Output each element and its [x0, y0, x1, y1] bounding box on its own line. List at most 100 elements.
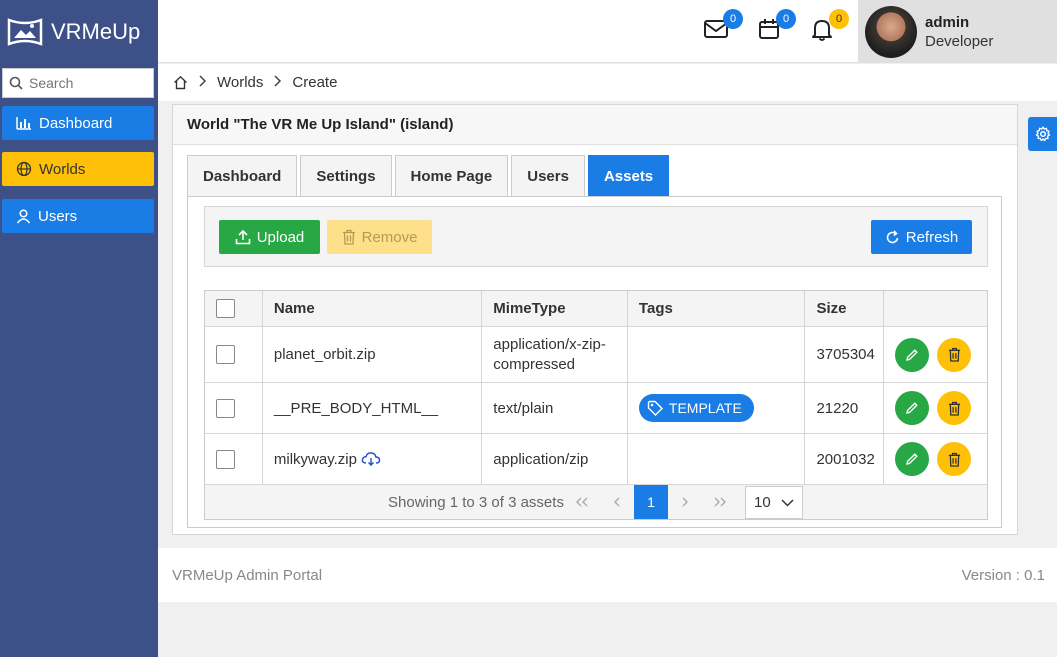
trash-icon: [948, 347, 960, 362]
breadcrumb-worlds[interactable]: Worlds: [217, 74, 263, 91]
sidebar-item-worlds[interactable]: Worlds: [2, 152, 154, 186]
refresh-button[interactable]: Refresh: [871, 220, 972, 254]
page-size-select[interactable]: 10: [745, 486, 803, 519]
footer-version: Version : 0.1: [961, 566, 1045, 584]
sidebar-item-dashboard[interactable]: Dashboard: [2, 106, 154, 140]
asset-mimetype: application/x-zip-compressed: [482, 327, 628, 382]
column-header-mimetype[interactable]: MimeType: [482, 291, 628, 326]
trash-icon: [342, 229, 355, 245]
column-header-actions: [884, 291, 987, 326]
double-chevron-right-icon: [714, 497, 726, 507]
edit-button[interactable]: [895, 442, 930, 476]
chevron-right-icon: [273, 74, 282, 91]
notifications-button[interactable]: 0: [809, 9, 849, 46]
pagination: Showing 1 to 3 of 3 assets 1 10: [205, 485, 987, 519]
mail-badge: 0: [723, 9, 743, 29]
user-name: admin: [925, 13, 970, 31]
tab-assets[interactable]: Assets: [587, 155, 670, 196]
double-chevron-left-icon: [576, 497, 588, 507]
chevron-right-icon: [198, 74, 207, 91]
search-input[interactable]: [29, 75, 149, 91]
breadcrumb: Worlds Create: [158, 64, 1057, 101]
chevron-right-icon: [682, 497, 688, 507]
sidebar-item-users[interactable]: Users: [2, 199, 154, 233]
tab-dashboard[interactable]: Dashboard: [187, 155, 298, 196]
first-page-button[interactable]: [565, 485, 599, 519]
sidebar-item-label: Users: [38, 207, 78, 225]
tab-users[interactable]: Users: [511, 155, 585, 196]
gear-icon: [1035, 126, 1050, 142]
trash-icon: [948, 452, 960, 467]
pencil-icon: [906, 453, 919, 465]
remove-label: Remove: [361, 228, 418, 246]
asset-size: 21220: [805, 383, 885, 433]
app-logo[interactable]: VRMeUp: [0, 0, 158, 63]
table-row: __PRE_BODY_HTML__ text/plain TEMPLATE 21…: [205, 383, 987, 434]
pagination-summary: Showing 1 to 3 of 3 assets: [388, 493, 564, 511]
asset-tags: TEMPLATE: [628, 383, 806, 433]
mail-button[interactable]: 0: [703, 9, 743, 46]
tab-bar: Dashboard Settings Home Page Users Asset…: [187, 155, 672, 196]
calendar-button[interactable]: 0: [756, 9, 796, 46]
delete-button[interactable]: [937, 337, 972, 372]
row-actions: [884, 434, 987, 484]
tab-home-page[interactable]: Home Page: [394, 155, 509, 196]
tag-icon: [647, 400, 663, 416]
delete-button[interactable]: [937, 391, 972, 425]
world-card: World "The VR Me Up Island" (island) Das…: [172, 104, 1018, 535]
column-header-tags[interactable]: Tags: [627, 291, 806, 326]
tag-chip[interactable]: TEMPLATE: [638, 394, 754, 422]
assets-panel: Upload Remove Refresh Name MimeType Tags…: [187, 196, 1002, 528]
tab-settings[interactable]: Settings: [300, 155, 392, 196]
delete-button[interactable]: [937, 442, 972, 476]
globe-icon: [16, 161, 32, 177]
upload-icon: [235, 229, 251, 245]
remove-button[interactable]: Remove: [327, 220, 432, 254]
footer: VRMeUp Admin Portal Version : 0.1: [158, 548, 1057, 602]
asset-tags: [628, 434, 806, 484]
cloud-download-icon[interactable]: [361, 451, 381, 467]
edit-button[interactable]: [895, 391, 930, 425]
search-icon: [9, 76, 23, 90]
asset-name-cell: milkyway.zip: [263, 434, 483, 484]
header-checkbox-cell: [205, 291, 263, 326]
next-page-button[interactable]: [668, 485, 702, 519]
select-all-checkbox[interactable]: [216, 299, 235, 318]
page-title: World "The VR Me Up Island" (island): [173, 105, 1017, 145]
settings-toggle[interactable]: [1028, 117, 1057, 151]
home-icon[interactable]: [173, 75, 188, 90]
pencil-icon: [906, 402, 919, 414]
last-page-button[interactable]: [703, 485, 737, 519]
user-menu[interactable]: admin Developer: [858, 0, 1057, 63]
table-row: milkyway.zip application/zip 2001032: [205, 434, 987, 485]
row-checkbox[interactable]: [216, 345, 235, 364]
column-header-name[interactable]: Name: [262, 291, 483, 326]
row-actions: [884, 327, 987, 382]
asset-name: planet_orbit.zip: [263, 327, 483, 382]
search-box: [2, 68, 154, 98]
asset-size: 2001032: [805, 434, 885, 484]
asset-mimetype: application/zip: [482, 434, 628, 484]
top-header: 0 0 0 admin Developer: [158, 0, 1057, 63]
sidebar-item-label: Worlds: [39, 160, 86, 178]
footer-brand: VRMeUp Admin Portal: [172, 566, 323, 584]
refresh-icon: [886, 229, 899, 243]
row-checkbox[interactable]: [216, 398, 235, 418]
table-header-row: Name MimeType Tags Size: [205, 291, 987, 327]
sidebar: VRMeUp Dashboard Worlds Users: [0, 0, 158, 657]
trash-icon: [948, 401, 960, 416]
assets-table: Name MimeType Tags Size planet_orbit.zip…: [204, 290, 988, 520]
edit-button[interactable]: [895, 337, 930, 372]
assets-toolbar: Upload Remove Refresh: [204, 206, 988, 267]
column-header-size[interactable]: Size: [805, 291, 885, 326]
calendar-badge: 0: [776, 9, 796, 29]
asset-mimetype: text/plain: [482, 383, 628, 433]
page-button-current[interactable]: 1: [634, 485, 668, 519]
row-checkbox[interactable]: [216, 449, 235, 469]
notifications-badge: 0: [829, 9, 849, 29]
row-actions: [884, 383, 987, 433]
pencil-icon: [906, 348, 919, 361]
upload-button[interactable]: Upload: [219, 220, 320, 254]
prev-page-button[interactable]: [600, 485, 634, 519]
breadcrumb-create: Create: [292, 74, 338, 91]
